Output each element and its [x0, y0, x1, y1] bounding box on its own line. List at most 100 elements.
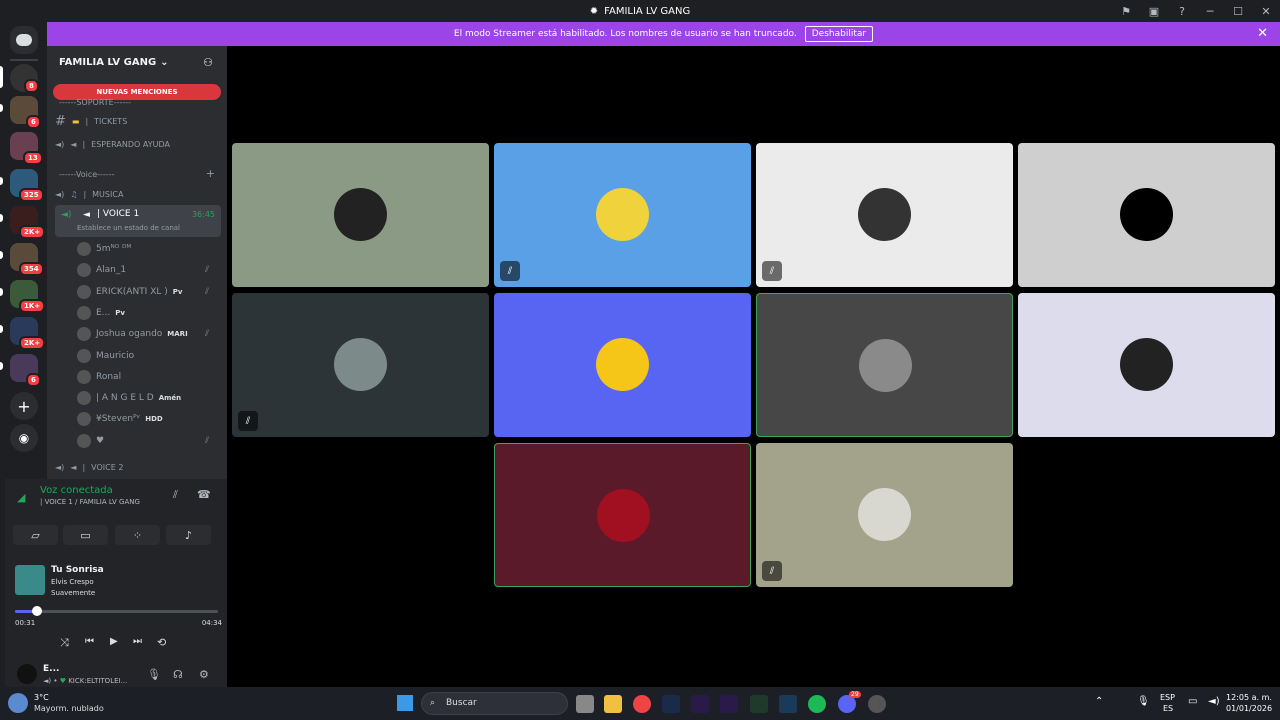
network-icon[interactable]: ▭	[1188, 696, 1197, 707]
settings-gear-icon[interactable]: ⚙	[199, 668, 209, 681]
shuffle-icon[interactable]: ⤨	[60, 636, 69, 650]
channel-waiting-help[interactable]: ◄) ◄ | ESPERANDO AYUDA	[55, 134, 221, 154]
user-tag: Amén	[158, 394, 182, 403]
participant-tile[interactable]	[1018, 293, 1275, 437]
channel-voice1[interactable]: ◄) ◄ | VOICE 1 36:45 Establece un estado…	[55, 205, 221, 237]
microphone-tray-icon[interactable]: 🎙	[1137, 696, 1150, 707]
close-button[interactable]: ✕	[1252, 0, 1280, 22]
disable-streamer-button[interactable]: Deshabilitar	[804, 26, 874, 42]
weather-icon[interactable]	[8, 693, 28, 713]
server-header[interactable]: FAMILIA LV GANG ⌄ ⚇	[47, 46, 227, 78]
track-title[interactable]: Tu Sonrisa	[51, 565, 104, 575]
hash-icon: #	[55, 113, 66, 129]
premiere-icon[interactable]	[691, 695, 709, 713]
album-art	[15, 565, 45, 595]
after-effects-icon[interactable]	[720, 695, 738, 713]
channel-voice2[interactable]: ◄) ◄ | VOICE 2	[55, 457, 221, 477]
user-name[interactable]: E...	[43, 664, 59, 674]
headphones-icon[interactable]: ☊	[173, 668, 183, 681]
discord-home-icon[interactable]	[10, 26, 38, 54]
participant-tile[interactable]: ⫽	[494, 143, 751, 287]
voice-user[interactable]: E... Pv	[77, 303, 217, 323]
voice-user[interactable]: Ronal	[77, 367, 217, 387]
participant-tile[interactable]	[1018, 143, 1275, 287]
help-icon[interactable]: ?	[1168, 0, 1196, 22]
participant-tile[interactable]: ⫽	[232, 293, 489, 437]
noise-suppression-icon[interactable]: ⫽	[173, 488, 178, 502]
screen-icon[interactable]: ▣	[1140, 0, 1168, 22]
voice-user[interactable]: 5mᴺᴼ ᴰᴹ	[77, 239, 217, 259]
app-icon[interactable]	[868, 695, 886, 713]
banner-close-icon[interactable]: ✕	[1257, 26, 1268, 41]
previous-icon[interactable]: ⏮	[85, 636, 94, 647]
user-status[interactable]: ◄) • ♥ KICK:ELTITOLEI...	[43, 677, 127, 685]
participant-tile[interactable]	[756, 293, 1013, 437]
soundboard-button[interactable]: ♪	[166, 525, 211, 545]
participant-tile[interactable]	[232, 143, 489, 287]
mic-muted-icon: ⫽	[762, 261, 782, 281]
app-icon[interactable]	[750, 695, 768, 713]
photoshop-icon[interactable]	[662, 695, 680, 713]
chevron-up-icon[interactable]: ⌃	[1095, 696, 1103, 707]
disconnect-icon[interactable]: ☎	[197, 488, 211, 501]
category-support[interactable]: ------SOPORTE------	[59, 98, 131, 107]
maximize-button[interactable]: ☐	[1224, 0, 1252, 22]
voice-user[interactable]: Alan_1 ⫽	[77, 260, 217, 280]
play-icon[interactable]: ▶	[110, 636, 118, 647]
voice-user[interactable]: ♥ ⫽	[77, 431, 217, 451]
chrome-icon[interactable]	[633, 695, 651, 713]
file-explorer-icon[interactable]	[604, 695, 622, 713]
server-badge: 2K+	[19, 336, 46, 350]
task-view-icon[interactable]	[576, 695, 594, 713]
channel-status[interactable]: Establece un estado de canal	[77, 224, 180, 232]
voice-location[interactable]: | VOICE 1 / FAMILIA LV GANG	[40, 498, 140, 506]
track-progress-bar[interactable]	[15, 610, 218, 613]
steam-icon[interactable]	[779, 695, 797, 713]
channel-tickets[interactable]: # ▬ | TICKETS	[55, 111, 221, 131]
clock-date[interactable]: 01/01/2026	[1226, 704, 1272, 713]
track-progress-handle[interactable]	[32, 606, 43, 616]
voice-user[interactable]: ¥Stevenᴾᵛ HDD	[77, 409, 217, 429]
speaker-icon: ◄)	[55, 462, 65, 472]
participant-tile[interactable]: ⫽	[756, 143, 1013, 287]
user-avatar[interactable]	[17, 664, 37, 684]
invite-icon[interactable]: ⚇	[203, 56, 213, 69]
discover-icon[interactable]: ◉	[10, 424, 38, 452]
spotify-icon[interactable]	[808, 695, 826, 713]
user-avatar	[77, 284, 91, 299]
camera-off-button[interactable]: ▱	[13, 525, 58, 545]
minimize-button[interactable]: ─	[1196, 0, 1224, 22]
participant-tile[interactable]: ⫽	[756, 443, 1013, 587]
track-total: 04:34	[201, 619, 222, 627]
category-voice[interactable]: ------Voice------	[59, 170, 114, 179]
voice-connected-status[interactable]: Voz conectada	[40, 485, 113, 496]
windows-start-icon[interactable]	[397, 695, 413, 711]
channel-music[interactable]: ◄) ♫ | MUSICA	[55, 184, 221, 204]
track-album[interactable]: Suavemente	[51, 589, 95, 597]
microphone-icon[interactable]: 🎙	[147, 668, 161, 681]
discord-badge: 29	[849, 691, 861, 698]
voice-user-name: | A N G E L D	[96, 393, 154, 404]
server-badge: 1K+	[19, 299, 46, 313]
repeat-icon[interactable]: ⟲	[157, 636, 166, 649]
voice-user[interactable]: | A N G E L D Amén	[77, 388, 217, 408]
input-language[interactable]: ESP	[1160, 693, 1175, 702]
taskbar-search[interactable]: ⌕ Buscar	[421, 692, 568, 715]
server-badge: 325	[19, 188, 44, 202]
add-channel-icon[interactable]: +	[206, 167, 215, 180]
participant-tile[interactable]	[494, 443, 751, 587]
clock-time[interactable]: 12:05 a. m.	[1226, 693, 1272, 702]
voice-user[interactable]: ERICK(ANTI XL ) Pv ⫽	[77, 282, 217, 302]
track-artist[interactable]: Elvis Crespo	[51, 578, 94, 586]
music-note-icon: ♫	[70, 189, 78, 199]
volume-icon[interactable]: ◄)	[1208, 696, 1220, 707]
activities-button[interactable]: ⁘	[115, 525, 160, 545]
voice-user[interactable]: Mauricio	[77, 346, 217, 366]
voice-user[interactable]: Joshua ogando MARI ⫽	[77, 324, 217, 344]
screen-share-button[interactable]: ▭	[63, 525, 108, 545]
participant-tile[interactable]	[494, 293, 751, 437]
add-server-icon[interactable]: +	[10, 392, 38, 420]
input-layout[interactable]: ES	[1163, 704, 1173, 713]
inbox-icon[interactable]: ⚑	[1112, 0, 1140, 22]
next-icon[interactable]: ⏭	[133, 636, 142, 647]
